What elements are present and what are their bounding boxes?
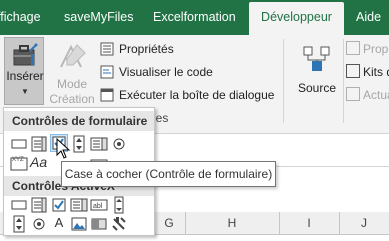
expansion-packs-icon [346, 64, 360, 78]
activex-label-icon[interactable]: A [50, 214, 68, 232]
option-button-icon[interactable] [110, 135, 128, 153]
refresh-icon [346, 87, 360, 101]
tab-affichage[interactable]: ffichage [0, 0, 57, 35]
group-divider [343, 39, 344, 123]
checkbox-tooltip: Case à cocher (Contrôle de formulaire) [61, 161, 276, 187]
spin-button-icon[interactable] [70, 135, 88, 153]
form-controls-header: Contrôles de formulaire [4, 111, 154, 131]
toolbox-icon [13, 43, 38, 66]
insert-label: Insérer [6, 69, 44, 83]
group-box-icon[interactable]: XYZ [10, 154, 28, 172]
activex-spin-button-icon[interactable] [10, 215, 28, 233]
image-control-icon[interactable] [70, 215, 88, 233]
design-mode-icon [60, 44, 86, 68]
insert-controls-button[interactable]: Insérer ▼ [4, 37, 44, 105]
properties-xml-icon [346, 41, 360, 55]
group-divider [283, 39, 284, 123]
activex-combo-box-icon[interactable] [30, 196, 48, 214]
tab-excelformation[interactable]: Excelformation [153, 0, 238, 35]
activex-list-box-icon[interactable] [70, 196, 88, 214]
combo-box-icon[interactable] [30, 135, 48, 153]
tab-aide[interactable]: Aide [356, 0, 389, 35]
source-button[interactable]: Source [293, 43, 341, 103]
toggle-button-icon[interactable] [90, 215, 108, 233]
activex-scroll-bar-icon[interactable] [110, 196, 128, 214]
design-mode-button[interactable]: Mode Création [48, 39, 96, 109]
text-box-icon[interactable]: abl [90, 196, 108, 214]
list-box-icon[interactable] [90, 135, 108, 153]
source-icon [303, 46, 330, 71]
column-header-h[interactable]: H [185, 212, 279, 234]
column-header-i[interactable]: I [279, 212, 339, 234]
activex-button-icon[interactable] [10, 196, 28, 214]
tab-developpeur[interactable]: Développeur [249, 2, 344, 35]
chevron-down-icon: ▼ [21, 87, 29, 96]
activex-option-button-icon[interactable] [30, 215, 48, 233]
run-dialog-icon [100, 88, 114, 102]
mouse-pointer-icon [56, 138, 71, 159]
properties-xml-label: Propriét [363, 42, 389, 56]
column-header-j[interactable]: J [339, 212, 389, 234]
ribbon-tab-bar: ffichage saveMyFiles Excelformation Déve… [0, 0, 389, 35]
expansion-packs-label: Kits d' [363, 65, 389, 79]
expansion-packs-button[interactable]: Kits d' [346, 63, 389, 81]
activex-checkbox-icon[interactable] [50, 196, 68, 214]
more-controls-icon[interactable] [110, 215, 128, 233]
design-mode-label: Mode Création [49, 77, 95, 106]
svg-text:XYZ: XYZ [12, 157, 24, 163]
properties-label: Propriétés [119, 42, 174, 56]
properties-xml-button[interactable]: Propriét [346, 40, 389, 58]
source-label: Source [297, 81, 337, 95]
tab-savemyfiles[interactable]: saveMyFiles [64, 0, 139, 35]
label-control-icon[interactable]: Aa [30, 153, 48, 171]
refresh-data-button[interactable]: Actua [346, 86, 389, 104]
run-dialog-label: Exécuter la boîte de dialogue [119, 88, 275, 102]
button-control-icon[interactable] [10, 135, 28, 153]
refresh-data-label: Actua [363, 88, 389, 102]
column-header-g[interactable]: G [153, 212, 185, 234]
view-code-label: Visualiser le code [119, 65, 213, 79]
group-label: les [153, 111, 169, 125]
view-code-icon [100, 65, 114, 79]
svg-text:abl: abl [93, 203, 103, 210]
properties-icon [100, 42, 114, 56]
